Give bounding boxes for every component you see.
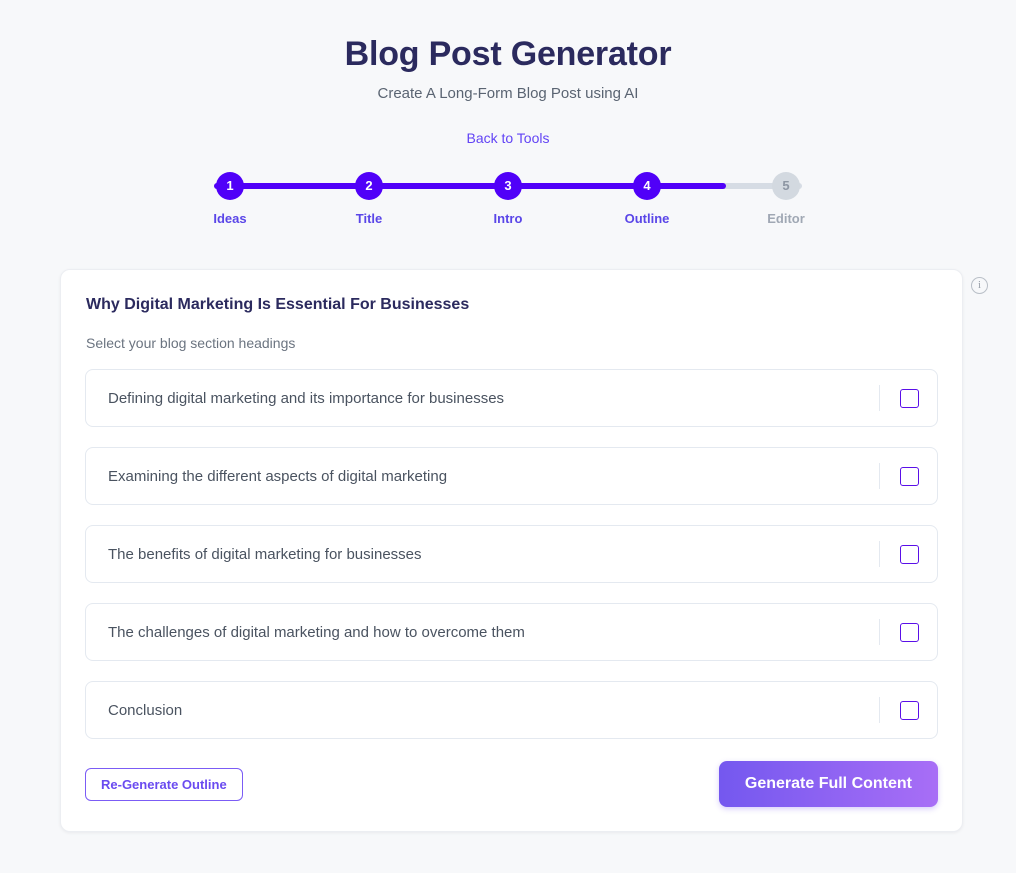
heading-text: The challenges of digital marketing and … — [108, 623, 525, 641]
regenerate-outline-button[interactable]: Re-Generate Outline — [85, 767, 243, 801]
page-subtitle: Create A Long-Form Blog Post using AI — [377, 84, 639, 102]
progress-stepper: 1 Ideas 2 Title 3 Intro 4 Outline 5 Edit… — [198, 171, 818, 228]
stepper-step-outline[interactable]: 4 Outline — [615, 171, 679, 226]
heading-row[interactable]: Conclusion — [85, 681, 938, 739]
heading-row[interactable]: The challenges of digital marketing and … — [85, 603, 938, 661]
back-link-container: Back to Tools — [0, 130, 1016, 148]
heading-row[interactable]: Defining digital marketing and its impor… — [85, 369, 938, 427]
step-label: Intro — [493, 210, 523, 226]
heading-text: Conclusion — [108, 701, 183, 719]
step-number-badge: 2 — [355, 171, 383, 200]
row-divider — [879, 463, 880, 489]
heading-checkbox[interactable] — [900, 466, 919, 486]
heading-checkbox[interactable] — [900, 700, 919, 720]
step-label: Title — [355, 210, 383, 226]
blog-post-title: Why Digital Marketing Is Essential For B… — [86, 296, 470, 313]
heading-text: The benefits of digital marketing for bu… — [108, 545, 422, 563]
row-divider — [879, 697, 880, 723]
step-label: Editor — [767, 210, 805, 226]
row-divider — [879, 541, 880, 567]
stepper-steps: 1 Ideas 2 Title 3 Intro 4 Outline 5 Edit… — [198, 171, 818, 226]
generate-full-content-button[interactable]: Generate Full Content — [718, 761, 938, 807]
heading-text: Defining digital marketing and its impor… — [108, 389, 505, 407]
heading-checkbox[interactable] — [900, 544, 919, 564]
headings-list: Defining digital marketing and its impor… — [85, 369, 938, 739]
row-divider — [879, 385, 880, 411]
heading-row[interactable]: Examining the different aspects of digit… — [85, 447, 938, 505]
stepper-step-ideas[interactable]: 1 Ideas — [198, 171, 262, 226]
card-footer: Re-Generate Outline Generate Full Conten… — [85, 761, 938, 807]
heading-checkbox[interactable] — [900, 622, 919, 642]
info-icon[interactable]: i — [971, 277, 988, 294]
page-header: Blog Post Generator Create A Long-Form B… — [0, 0, 1016, 102]
page-title: Blog Post Generator — [344, 35, 672, 73]
heading-checkbox[interactable] — [900, 388, 919, 408]
step-number-badge: 4 — [633, 171, 661, 200]
stepper-step-editor[interactable]: 5 Editor — [754, 171, 818, 226]
stepper-step-title[interactable]: 2 Title — [337, 171, 401, 226]
heading-row[interactable]: The benefits of digital marketing for bu… — [85, 525, 938, 583]
step-label: Outline — [624, 210, 670, 226]
back-to-tools-link[interactable]: Back to Tools — [466, 130, 549, 146]
step-number-badge: 5 — [772, 171, 800, 200]
outline-card: Why Digital Marketing Is Essential For B… — [60, 269, 963, 832]
stepper-step-intro[interactable]: 3 Intro — [476, 171, 540, 226]
step-label: Ideas — [213, 210, 247, 226]
row-divider — [879, 619, 880, 645]
step-number-badge: 1 — [216, 171, 244, 200]
step-number-badge: 3 — [494, 171, 522, 200]
heading-text: Examining the different aspects of digit… — [108, 467, 448, 485]
section-instruction: Select your blog section headings — [86, 335, 296, 351]
